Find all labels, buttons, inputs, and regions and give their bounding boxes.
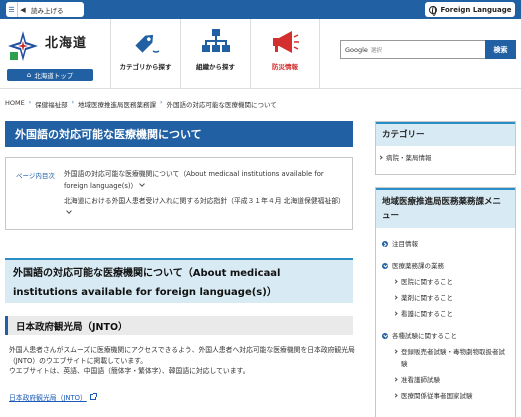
chevron-right-icon xyxy=(393,393,398,398)
breadcrumb-separator-icon: › xyxy=(71,99,75,106)
chevron-right-icon xyxy=(393,311,398,316)
sidebar-item-label: 医療関係従事者国家試験 xyxy=(401,392,473,400)
tag-icon xyxy=(134,34,159,53)
jnto-link[interactable]: 日本政府観光局（JNTO） xyxy=(9,392,97,402)
site-search: Google 選択 検索 xyxy=(340,40,516,59)
nav-category-label: カテゴリから探す xyxy=(119,63,172,71)
sidebar-item-label: 注目情報 xyxy=(392,240,418,248)
toc-item-text: 北海道における外国人患者受け入れに関する対応指針（平成３１年４月 北海道保健福祉… xyxy=(64,197,345,205)
sidebar-item-label: 登録販売者試験・毒物劇物取扱者試験 xyxy=(401,348,505,368)
sidebar-category-item[interactable]: 病院・薬局情報 xyxy=(376,152,515,164)
body-paragraph: 外国人患者さんがスムーズに医療機関にアクセスできるよう、外国人患者へ対応可能な医… xyxy=(9,346,355,365)
sidebar-menu-title: 地域医療推進局医務薬務課メニュー xyxy=(376,188,515,228)
subsection-heading: 日本政府観光局（JNTO） xyxy=(5,316,353,335)
speaker-icon: ◀ xyxy=(20,5,26,14)
chevron-right-icon xyxy=(378,155,383,160)
circle-chevron-down-icon xyxy=(382,263,388,269)
globe-icon xyxy=(428,5,437,16)
site-header: 北海道 ⌂ 北海道トップ カテゴリから探す 組織から探す 防災情報 Google… xyxy=(0,19,521,89)
toc-item[interactable]: 外国語の対応可能な医療機関について（About medicaal institu… xyxy=(64,168,348,192)
circle-chevron-down-icon xyxy=(382,333,388,339)
breadcrumb-separator-icon: › xyxy=(160,99,163,106)
hokkaido-top-link[interactable]: ⌂ 北海道トップ xyxy=(7,69,93,81)
sidebar-item-label: 准看護師試験 xyxy=(401,376,440,384)
page-title: 外国語の対応可能な医療機関について xyxy=(5,121,353,147)
search-input[interactable]: Google 選択 xyxy=(340,40,487,59)
toc-item-text: 外国語の対応可能な医療機関について（About medicaal institu… xyxy=(64,170,324,190)
sidebar-item-duties[interactable]: 医療薬務課の業務 xyxy=(380,260,511,272)
chevron-down-icon xyxy=(139,181,146,187)
nav-disaster-info[interactable]: 防災情報 xyxy=(250,19,320,89)
sidebar-item-label: 医療薬務課の業務 xyxy=(392,262,444,270)
sidebar-item-pharmacy[interactable]: 薬剤に関すること xyxy=(380,292,511,304)
org-chart-icon xyxy=(201,29,230,52)
chevron-right-icon xyxy=(393,279,398,284)
foreign-language-label: Foreign Language xyxy=(440,5,512,14)
search-placeholder: 選択 xyxy=(370,47,382,54)
search-button[interactable]: 検索 xyxy=(485,40,516,59)
breadcrumb-home[interactable]: HOME xyxy=(5,99,25,109)
menu-icon: ☰ xyxy=(6,2,18,17)
chevron-right-icon xyxy=(393,377,398,382)
read-aloud-label: 読み上げる xyxy=(31,6,64,15)
read-aloud-button[interactable]: ☰ ◀ 読み上げる xyxy=(6,2,84,17)
section-heading: 外国語の対応可能な医療機関について（About medicaal institu… xyxy=(5,258,353,303)
sidebar-item-label: 各種試験に関すること xyxy=(392,332,457,340)
nav-disaster-label: 防災情報 xyxy=(272,63,298,71)
sidebar-item-national-exam[interactable]: 医療関係従事者国家試験 xyxy=(380,390,511,402)
sidebar-menu: 地域医療推進局医務薬務課メニュー 注目情報 医療薬務課の業務 医院に関すること … xyxy=(375,187,516,417)
megaphone-icon xyxy=(273,31,299,53)
sidebar-item-label: 看護に関すること xyxy=(401,310,453,318)
circle-arrow-icon xyxy=(382,241,388,247)
chevron-down-icon xyxy=(66,208,72,214)
toc-item[interactable]: 北海道における外国人患者受け入れに関する対応指針（平成３１年４月 北海道保健福祉… xyxy=(64,195,348,219)
breadcrumb-current: 外国語の対応可能な医療機関について xyxy=(166,101,277,109)
body-paragraph: ウエブサイトは、英語、中国語（簡体字・繁体字）、韓国語に対応しています。 xyxy=(9,367,250,375)
nav-category-search[interactable]: カテゴリから探す xyxy=(110,19,180,89)
sidebar-item-nursing[interactable]: 看護に関すること xyxy=(380,308,511,320)
foreign-language-button[interactable]: Foreign Language xyxy=(425,2,515,17)
google-label: Google xyxy=(345,45,368,54)
global-nav: カテゴリから探す 組織から探す 防災情報 xyxy=(110,19,320,89)
sidebar-item-clinics[interactable]: 医院に関すること xyxy=(380,276,511,288)
chevron-right-icon xyxy=(393,349,398,354)
sidebar-category-title: カテゴリー xyxy=(376,122,515,146)
external-link-icon xyxy=(89,393,97,400)
breadcrumb: HOME › 保健福祉部 › 地域医療推進局医務薬務課 › 外国語の対応可能な医… xyxy=(5,99,277,109)
home-icon: ⌂ xyxy=(26,71,32,79)
breadcrumb-medical-affairs[interactable]: 地域医療推進局医務薬務課 xyxy=(78,99,156,109)
top-bar: ☰ ◀ 読み上げる Foreign Language xyxy=(0,0,521,19)
sidebar-item-label: 医院に関すること xyxy=(401,278,453,286)
nav-org-label: 組織から探す xyxy=(196,63,235,71)
breadcrumb-separator-icon: › xyxy=(28,99,32,106)
sidebar-item-seller-exam[interactable]: 登録販売者試験・毒物劇物取扱者試験 xyxy=(380,346,511,370)
sidebar-category: カテゴリー 病院・薬局情報 xyxy=(375,121,516,175)
sidebar-item-assistant-nurse-exam[interactable]: 准看護師試験 xyxy=(380,374,511,386)
breadcrumb-health-welfare[interactable]: 保健福祉部 xyxy=(35,99,68,109)
sidebar-item-exams[interactable]: 各種試験に関すること xyxy=(380,330,511,342)
toc-label: ページ内目次 xyxy=(16,172,55,180)
logo-text: 北海道 xyxy=(45,36,88,51)
hokkaido-top-label: 北海道トップ xyxy=(34,72,74,80)
sidebar-item-featured[interactable]: 注目情報 xyxy=(380,238,511,250)
sidebar-category-item-label: 病院・薬局情報 xyxy=(386,154,432,162)
page-toc: ページ内目次 外国語の対応可能な医療機関について（About medicaal … xyxy=(5,157,353,230)
body-text: 外国人患者さんがスムーズに医療機関にアクセスできるよう、外国人患者へ対応可能な医… xyxy=(9,345,359,377)
chevron-right-icon xyxy=(393,295,398,300)
jnto-link-label: 日本政府観光局（JNTO） xyxy=(9,394,87,402)
sidebar-menu-list: 注目情報 医療薬務課の業務 医院に関すること 薬剤に関すること 看護に関すること… xyxy=(376,228,515,402)
nav-org-search[interactable]: 組織から探す xyxy=(180,19,250,89)
site-logo[interactable]: 北海道 ⌂ 北海道トップ xyxy=(7,26,93,81)
sidebar-item-label: 薬剤に関すること xyxy=(401,294,453,302)
hokkaido-emblem-icon xyxy=(7,30,39,62)
